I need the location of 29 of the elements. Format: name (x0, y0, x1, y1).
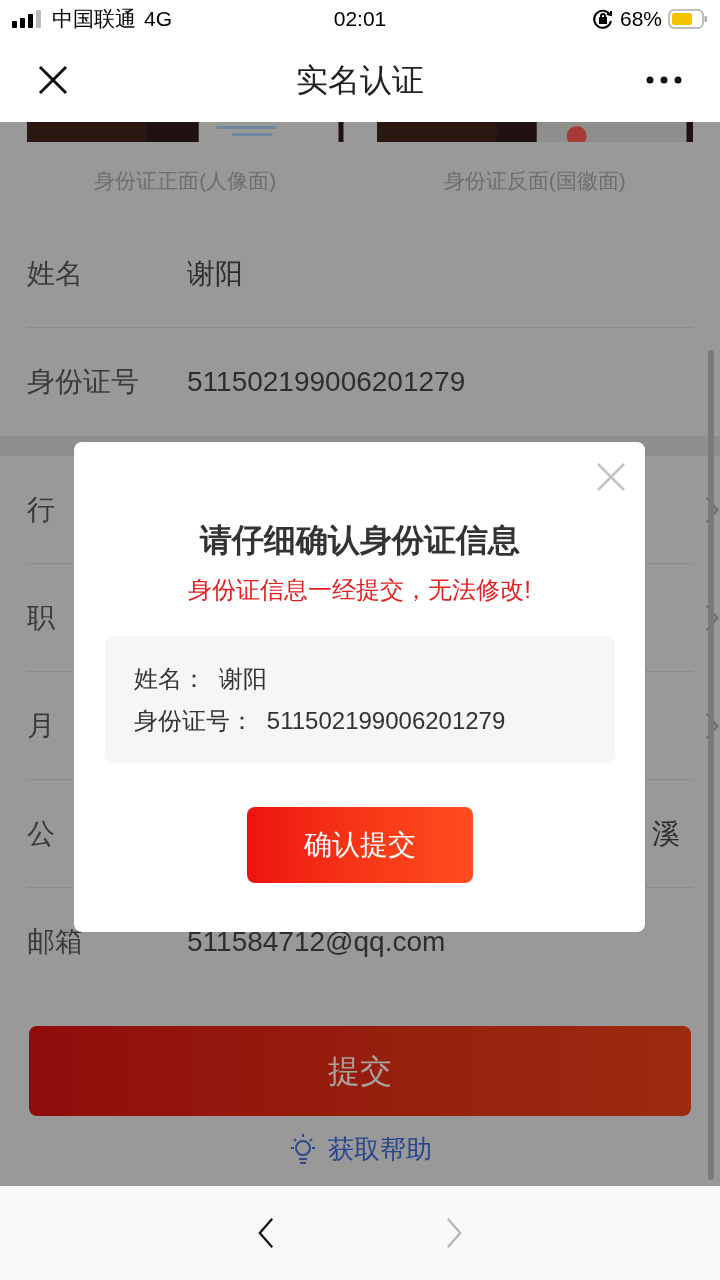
dialog-title: 请仔细确认身份证信息 (199, 521, 520, 560)
signal-icon (12, 10, 42, 28)
field-label: 公 (27, 816, 55, 851)
battery-percent: 68% (619, 6, 662, 33)
field-value: 511584712@qq.com (187, 925, 446, 959)
field-value: 谢阳 (187, 256, 243, 291)
field-label: 姓名 (27, 256, 83, 291)
confirm-button[interactable]: 确认提交 (246, 807, 473, 883)
field-value: 511502199006201279 (187, 365, 466, 399)
field-label: 月 (27, 708, 55, 743)
rotation-lock-icon (591, 8, 614, 30)
field-label: 行 (27, 492, 55, 527)
info-line: 身份证号： 511502199006201279 (133, 705, 507, 736)
lightbulb-icon (288, 1132, 318, 1166)
carrier-name: 中国联通 (52, 6, 136, 33)
page-title: 实名认证 (296, 61, 424, 100)
battery-icon (668, 9, 708, 29)
close-icon[interactable] (38, 65, 68, 95)
warning-text: 身份证信息一经提交，无法修改! (188, 575, 531, 605)
help-link[interactable]: 获取帮助 (288, 1129, 432, 1169)
network-type: 4G (144, 6, 172, 33)
field-label: 职 (27, 600, 55, 635)
more-icon[interactable] (646, 76, 682, 84)
field-label: 邮箱 (27, 925, 83, 959)
field-label: 身份证号 (27, 365, 139, 399)
submit-button[interactable]: 提交 (29, 1026, 691, 1116)
info-line: 姓名： 谢阳 (133, 663, 268, 694)
field-value: 溪 (652, 816, 680, 851)
clock-time: 02:01 (333, 6, 387, 33)
